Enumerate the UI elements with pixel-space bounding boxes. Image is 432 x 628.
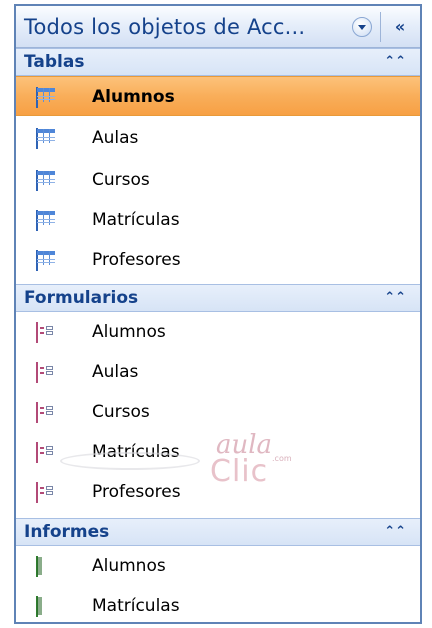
group-header-informes[interactable]: Informes ⌃⌃ (16, 518, 420, 546)
chevron-up-double-icon[interactable]: ⌃⌃ (384, 49, 406, 75)
list-item-form-aulas[interactable]: Aulas (16, 352, 420, 392)
table-icon (36, 250, 55, 271)
list-item-form-cursos[interactable]: Cursos (16, 392, 420, 432)
form-icon (36, 322, 53, 343)
group-header-formularios[interactable]: Formularios ⌃⌃ (16, 284, 420, 312)
list-item-label: Aulas (92, 362, 139, 382)
list-item-form-matriculas[interactable]: Matrículas (16, 432, 420, 472)
navigation-pane-title[interactable]: Todos los objetos de Acc... (24, 6, 305, 48)
chevron-up-double-icon[interactable]: ⌃⌃ (384, 519, 406, 545)
form-icon (36, 402, 53, 423)
table-icon (36, 210, 55, 231)
group-label: Formularios (24, 288, 139, 308)
list-item-label: Alumnos (92, 556, 166, 576)
chevron-up-double-icon[interactable]: ⌃⌃ (384, 285, 406, 311)
list-item-label: Profesores (92, 250, 181, 270)
collapse-pane-button[interactable]: « (384, 12, 416, 42)
list-item-label: Profesores (92, 482, 181, 502)
list-item-label: Matrículas (92, 442, 180, 462)
group-label: Informes (24, 522, 110, 542)
navigation-pane-title-bar[interactable]: Todos los objetos de Acc... « (16, 6, 420, 48)
list-item-label: Alumnos (92, 87, 175, 107)
navigation-pane: Todos los objetos de Acc... « Tablas ⌃⌃ … (0, 0, 432, 628)
title-bar-divider (380, 12, 381, 42)
list-item-report-alumnos[interactable]: Alumnos (16, 546, 420, 586)
table-icon (36, 128, 55, 149)
list-item-label: Matrículas (92, 210, 180, 230)
form-icon (36, 362, 53, 383)
list-item-form-profesores[interactable]: Profesores (16, 472, 420, 512)
report-icon (36, 556, 42, 577)
table-icon (36, 87, 55, 108)
list-item-form-alumnos[interactable]: Alumnos (16, 312, 420, 352)
table-icon (36, 170, 55, 191)
report-icon (36, 596, 42, 617)
form-icon (36, 442, 53, 463)
list-item-table-aulas[interactable]: Aulas (16, 118, 420, 158)
list-item-table-profesores[interactable]: Profesores (16, 240, 420, 280)
list-item-label: Alumnos (92, 322, 166, 342)
list-item-label: Aulas (92, 128, 139, 148)
list-item-report-matriculas[interactable]: Matrículas (16, 586, 420, 626)
list-item-table-matriculas[interactable]: Matrículas (16, 200, 420, 240)
form-icon (36, 482, 53, 503)
group-header-tablas[interactable]: Tablas ⌃⌃ (16, 48, 420, 76)
list-item-label: Cursos (92, 402, 150, 422)
list-item-table-alumnos[interactable]: Alumnos (16, 76, 420, 116)
list-item-label: Cursos (92, 170, 150, 190)
list-item-label: Matrículas (92, 596, 180, 616)
group-label: Tablas (24, 52, 85, 72)
chevron-down-circle-icon[interactable] (352, 17, 372, 37)
list-item-table-cursos[interactable]: Cursos (16, 160, 420, 200)
